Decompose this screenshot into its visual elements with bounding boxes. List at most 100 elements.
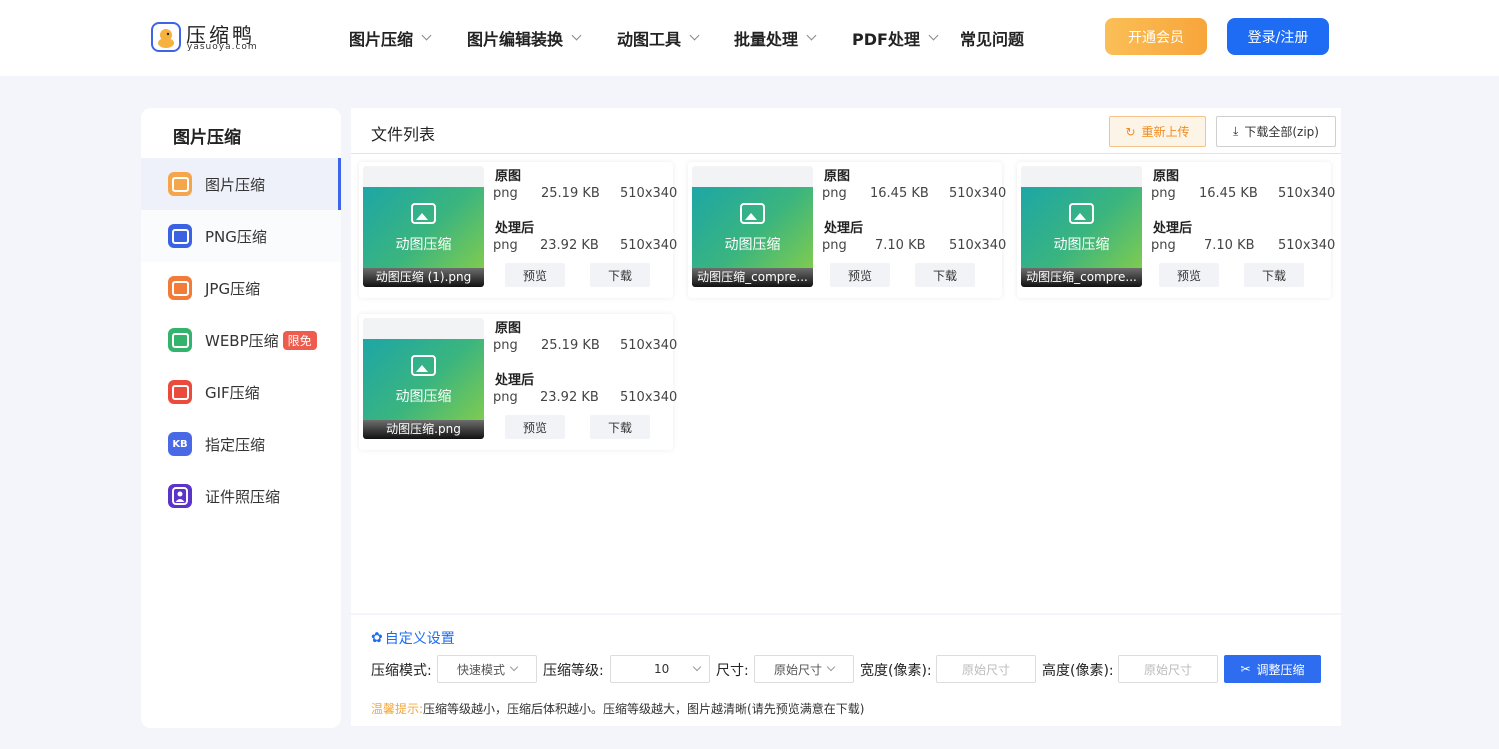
format: png [822,186,847,201]
original-label: 原图 [495,321,522,336]
size-value: 原始尺寸 [773,662,822,677]
file-thumbnail[interactable]: 动图压缩 动图压缩.png [363,318,484,439]
nav-label: 动图工具 [617,30,682,49]
nav-faq[interactable]: 常见问题 [960,26,1024,50]
chevron-down-icon [806,30,817,40]
size-select[interactable]: 原始尺寸 [754,655,854,683]
sidebar-item-target-size[interactable]: KB 指定压缩 [141,418,341,470]
file-list-panel: 文件列表 ↻ 重新上传 ⤓ 下载全部(zip) 动图压缩 动图压缩 (1).pn… [351,108,1341,613]
download-button[interactable]: 下载 [590,263,650,287]
file-size: 7.10 KB [875,238,926,253]
file-size: 25.19 KB [541,186,600,201]
free-badge: 限免 [282,330,317,350]
adjust-compress-button[interactable]: ✂ 调整压缩 [1224,655,1321,683]
sidebar-item-jpg[interactable]: JPG压缩 [141,262,341,314]
file-card: 动图压缩 动图压缩 (1).png 原图 png 25.19 KB 510x340 … [359,162,677,298]
vip-button[interactable]: 开通会员 [1105,18,1207,55]
level-select[interactable]: 10 [610,655,710,683]
file-thumbnail[interactable]: 动图压缩 动图压缩 (1).png [363,166,484,287]
preview-button[interactable]: 预览 [505,263,565,287]
chevron-down-icon [571,30,582,40]
chevron-down-icon [693,662,702,672]
custom-settings-toggle[interactable]: ✿ 自定义设置 [371,628,455,648]
format: png [493,390,518,405]
processed-label: 处理后 [1153,221,1193,236]
nav-gif-tools[interactable]: 动图工具 [617,26,700,50]
dimensions: 510x340 [620,390,678,405]
nav-image-compress[interactable]: 图片压缩 [349,26,432,50]
original-label: 原图 [824,169,851,184]
nav-label: 批量处理 [734,30,799,49]
sidebar-item-webp[interactable]: WEBP压缩 限免 [141,314,341,366]
download-button[interactable]: 下载 [590,415,650,439]
jpg-icon [168,276,192,300]
nav-label: 图片压缩 [349,30,414,49]
nav-pdf[interactable]: PDF处理 [852,26,939,50]
download-button[interactable]: 下载 [915,263,975,287]
format: png [822,238,847,253]
file-card: 动图压缩 动图压缩.png 原图 png 25.19 KB 510x340 处理后 … [359,314,677,450]
sidebar-item-png[interactable]: PNG压缩 [141,210,341,262]
file-size: 25.19 KB [541,338,600,353]
nav-image-edit[interactable]: 图片编辑装换 [467,26,582,50]
duck-logo-icon [151,22,181,52]
tip-body: 压缩等级越小，压缩后体积越小。压缩等级越大，图片越清晰(请先预览满意在下载) [423,702,865,716]
file-name: 动图压缩_compre... [692,268,813,287]
reupload-button[interactable]: ↻ 重新上传 [1109,116,1206,147]
dimensions: 510x340 [620,238,678,253]
nav-label: 图片编辑装换 [467,30,564,49]
preview-button[interactable]: 预览 [505,415,565,439]
dimensions: 510x340 [1278,186,1336,201]
file-thumbnail[interactable]: 动图压缩 动图压缩_compre... [692,166,813,287]
original-label: 原图 [1153,169,1180,184]
sidebar-item-label: PNG压缩 [205,227,267,246]
sidebar-item-gif[interactable]: GIF压缩 [141,366,341,418]
sidebar-item-id-photo[interactable]: 证件照压缩 [141,470,341,522]
processed-label: 处理后 [824,221,864,236]
nav-batch[interactable]: 批量处理 [734,26,817,50]
sidebar-item-image-compress[interactable]: 图片压缩 [141,158,341,210]
file-thumbnail[interactable]: 动图压缩 动图压缩_compre... [1021,166,1142,287]
sidebar-title: 图片压缩 [173,128,241,148]
file-name: 动图压缩_compre... [1021,268,1142,287]
file-card: 动图压缩 动图压缩_compre... 原图 png 16.45 KB 510x34… [1017,162,1335,298]
preview-button[interactable]: 预览 [1159,263,1219,287]
refresh-icon: ↻ [1125,124,1136,139]
format: png [493,186,518,201]
height-input[interactable]: 原始尺寸 [1118,655,1218,683]
top-header: 压缩鸭 yasuoya.com 图片压缩 图片编辑装换 动图工具 批量处理 PD… [0,0,1499,76]
download-button[interactable]: 下载 [1244,263,1304,287]
processed-label: 处理后 [495,373,535,388]
format: png [493,238,518,253]
width-input[interactable]: 原始尺寸 [936,655,1036,683]
download-icon: ⤓ [1233,124,1239,138]
dimensions: 510x340 [949,186,1007,201]
format: png [493,338,518,353]
preview-button[interactable]: 预览 [830,263,890,287]
adjust-compress-label: 调整压缩 [1256,662,1305,677]
sidebar-item-label: 图片压缩 [205,175,266,194]
format: png [1151,186,1176,201]
format: png [1151,238,1176,253]
dimensions: 510x340 [620,338,678,353]
image-icon [168,172,192,196]
chevron-down-icon [509,662,519,672]
mode-select[interactable]: 快速模式 [437,655,537,683]
sidebar-item-label: GIF压缩 [205,383,260,402]
image-placeholder-icon [411,203,436,224]
original-label: 原图 [495,169,522,184]
thumbnail-caption: 动图压缩 [395,389,452,405]
size-label: 尺寸: [716,663,749,679]
level-label: 压缩等级: [543,663,604,679]
reupload-label: 重新上传 [1141,125,1190,139]
png-icon [168,224,192,248]
dimensions: 510x340 [620,186,678,201]
download-all-button[interactable]: ⤓ 下载全部(zip) [1216,116,1336,147]
dimensions: 510x340 [949,238,1007,253]
file-size: 16.45 KB [870,186,929,201]
login-button[interactable]: 登录/注册 [1227,18,1329,55]
site-logo[interactable]: 压缩鸭 yasuoya.com [151,20,261,54]
nav-label: PDF处理 [852,30,920,49]
header-divider [351,153,1341,154]
file-card: 动图压缩 动图压缩_compre... 原图 png 16.45 KB 510x34… [688,162,1006,298]
